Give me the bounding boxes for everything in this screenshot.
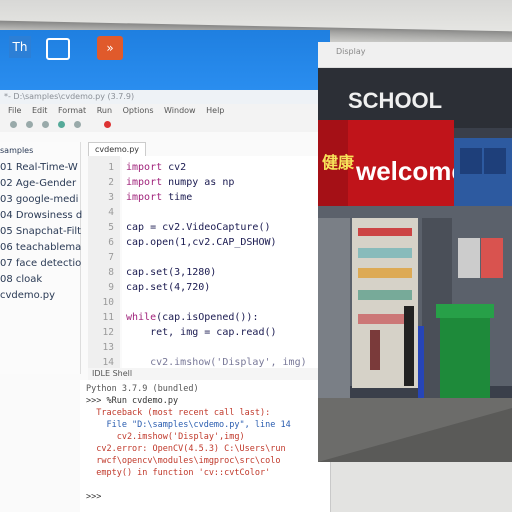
code-line: while(cap.isOpened()): [126,312,259,323]
run-icon[interactable] [58,121,65,128]
stop-icon[interactable] [104,121,111,128]
line-number: 1 [108,162,114,173]
sign-school-text: SCHOOL [348,88,442,113]
shell-line: Traceback (most recent call last): [86,408,271,418]
street-scene-image: SCHOOL 健康 welcome [318,68,512,462]
code-line: import time [126,192,193,203]
line-number: 9 [108,282,114,293]
display-window-title: Display [318,42,512,68]
toolbar [0,118,330,132]
shell-line: File "D:\samples\cvdemo.py", line 14 [86,420,291,430]
file-browser-heading: samples [0,146,34,155]
sign-cjk-text: 健康 [322,153,355,172]
line-number: 6 [108,237,114,248]
file-item[interactable]: 07 face detectio [0,258,81,269]
camera-frame: SCHOOL 健康 welcome [318,68,512,462]
code-line: cv2.imshow('Display', img) [126,357,307,368]
desktop-icon-1[interactable]: Th [2,36,38,58]
file-item[interactable]: 08 cloak [0,274,42,285]
code-line: cap.set(4,720) [126,282,211,293]
code-line: import numpy as np [126,177,235,188]
file-item[interactable]: 01 Real-Time-W [0,162,78,173]
line-number-gutter: 1 2 3 4 5 6 7 8 9 10 11 12 13 14 [88,156,120,374]
menu-run[interactable]: Run [97,106,112,115]
line-number: 5 [108,222,114,233]
line-number: 13 [102,342,114,353]
line-number: 3 [108,192,114,203]
line-number: 10 [102,297,114,308]
code-line: ret, img = cap.read() [126,327,277,338]
desktop-icon-2[interactable] [40,36,76,60]
editor-tabs: cvdemo.py [88,142,330,157]
file-item[interactable]: 05 Snapchat-Filt [0,226,81,237]
line-number: 4 [108,207,114,218]
tab-cvdemo[interactable]: cvdemo.py [88,142,147,157]
menu-options[interactable]: Options [123,106,154,115]
file-item[interactable]: 03 google-medi [0,194,78,205]
menu-bar: File Edit Format Run Options Window Help [0,104,330,118]
app-icon-1: Th [9,36,31,58]
debug-icon[interactable] [74,121,81,128]
shell-line: >>> [86,492,102,502]
desktop-background: Th » [0,30,330,92]
sign-welcome-text: welcome [355,156,466,186]
code-editor[interactable]: import cv2 import numpy as np import tim… [122,156,330,374]
line-number: 8 [108,267,114,278]
line-number: 14 [102,357,114,368]
shell-line: cv2.error: OpenCV(4.5.3) C:\Users\run [86,444,286,454]
shell-line: >>> %Run cvdemo.py [86,396,179,406]
new-file-icon[interactable] [10,121,17,128]
code-line: cap.open(1,cv2.CAP_DSHOW) [126,237,277,248]
file-item[interactable]: cvdemo.py [0,290,55,301]
editor-title: *- D:\samples\cvdemo.py (3.7.9) [0,90,330,104]
line-number: 7 [108,252,114,263]
menu-edit[interactable]: Edit [32,106,48,115]
open-file-icon[interactable] [26,121,33,128]
display-window: Display SCHOOL 健康 welcome [318,42,512,462]
menu-window[interactable]: Window [164,106,196,115]
file-item[interactable]: 04 Drowsiness d [0,210,82,221]
line-number: 12 [102,327,114,338]
file-browser: samples 01 Real-Time-W 02 Age-Gender 03 … [0,142,82,374]
line-number: 11 [102,312,114,323]
menu-file[interactable]: File [8,106,21,115]
shell-line: rwcf\opencv\modules\imgproc\src\colo [86,456,281,466]
shell-line: Python 3.7.9 (bundled) [86,384,199,394]
desktop-icon-3[interactable]: » [92,36,128,60]
save-icon[interactable] [42,121,49,128]
line-number: 2 [108,177,114,188]
shell-line: empty() in function 'cv::cvtColor' [86,468,271,478]
idle-editor-window: *- D:\samples\cvdemo.py (3.7.9) File Edi… [0,90,331,512]
code-line: import cv2 [126,162,187,173]
python-shell[interactable]: Python 3.7.9 (bundled) >>> %Run cvdemo.py… [80,380,330,512]
shell-title: IDLE Shell [88,368,330,380]
shell-line: cv2.imshow('Display',img) [86,432,245,442]
menu-help[interactable]: Help [206,106,224,115]
file-item[interactable]: 06 teachablema [0,242,81,253]
code-line: cap = cv2.VideoCapture() [126,222,271,233]
app-icon-3: » [97,36,123,60]
file-item[interactable]: 02 Age-Gender [0,178,76,189]
code-line: cap.set(3,1280) [126,267,217,278]
app-icon-2 [46,38,70,60]
menu-format[interactable]: Format [58,106,86,115]
